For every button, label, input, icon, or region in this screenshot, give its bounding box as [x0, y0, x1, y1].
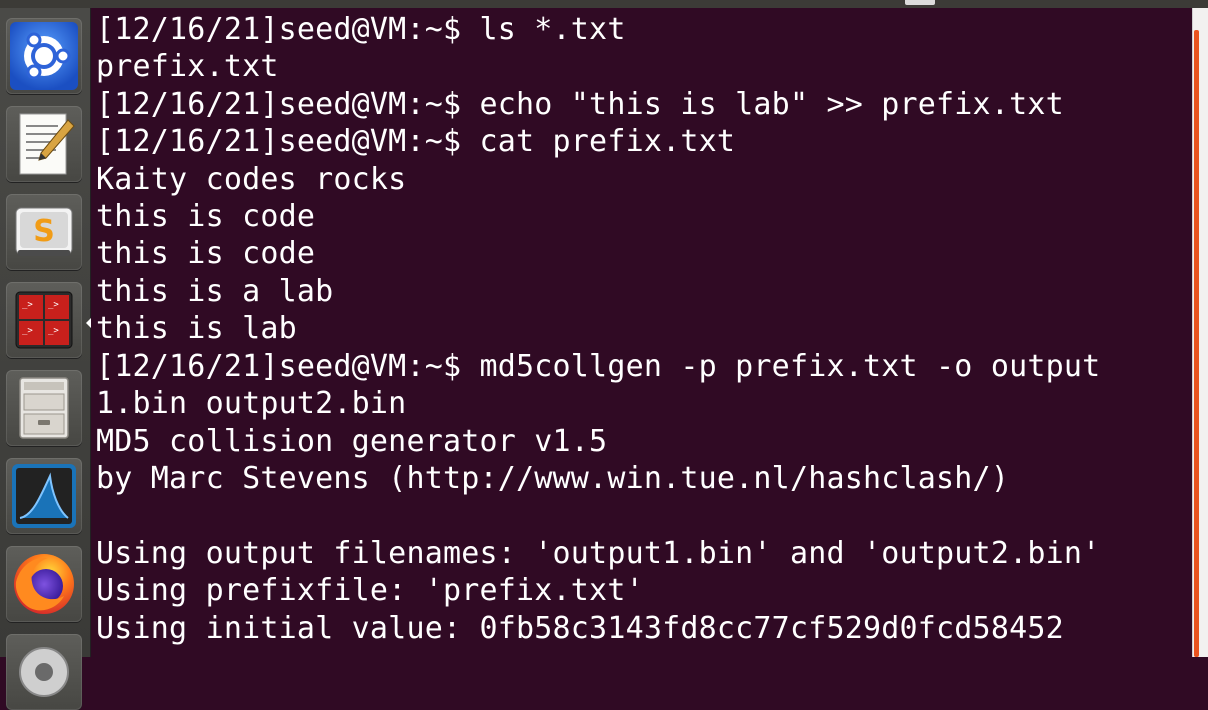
terminal-line: this is lab [96, 311, 297, 346]
ubuntu-logo-icon [10, 22, 78, 90]
top-panel [0, 0, 1208, 8]
firefox-icon [14, 554, 74, 614]
terminal-line: this is code [96, 236, 316, 271]
terminal-line: Using initial value: 0fb58c3143fd8cc77cf… [96, 611, 1064, 646]
file-cabinet-icon [19, 377, 69, 439]
launcher-system-settings[interactable] [6, 634, 82, 710]
svg-text:_>: _> [48, 300, 59, 310]
svg-text:_>: _> [22, 326, 33, 336]
sublime-glyph: S [33, 214, 55, 249]
terminal-scrollbar[interactable] [1192, 8, 1208, 657]
terminal-line: MD5 collision generator v1.5 [96, 424, 608, 459]
terminal-line: 1.bin output2.bin [96, 386, 407, 421]
terminal-line: [12/16/21]seed@VM:~$ echo "this is lab" … [96, 87, 1064, 122]
terminal-line: [12/16/21]seed@VM:~$ cat prefix.txt [96, 124, 736, 159]
launcher-ubuntu-dash[interactable] [6, 18, 82, 94]
launcher-terminator[interactable]: _> _> _> _> [6, 282, 82, 358]
terminal-line: [12/16/21]seed@VM:~$ md5collgen -p prefi… [96, 349, 1101, 384]
terminal-line: Using prefixfile: 'prefix.txt' [96, 573, 644, 608]
terminal-window[interactable]: [12/16/21]seed@VM:~$ ls *.txt prefix.txt… [91, 8, 1192, 657]
launcher: S _> _> _> _> [0, 8, 91, 710]
terminal-line: this is code [96, 199, 316, 234]
terminal-line: this is a lab [96, 274, 334, 309]
wireshark-fin-icon [12, 464, 76, 528]
gear-icon [19, 647, 69, 697]
scrollbar-thumb[interactable] [1194, 30, 1199, 657]
launcher-firefox[interactable] [6, 546, 82, 622]
tray-indicator[interactable] [905, 0, 935, 5]
terminal-line: Kaity codes rocks [96, 162, 407, 197]
launcher-file-manager[interactable] [6, 370, 82, 446]
svg-text:_>: _> [48, 326, 59, 336]
terminator-icon: _> _> _> _> [15, 291, 73, 349]
terminal-line: by Marc Stevens (http://www.win.tue.nl/h… [96, 461, 1010, 496]
launcher-sublime-text[interactable]: S [6, 194, 82, 270]
terminal-line: Using output filenames: 'output1.bin' an… [96, 536, 1101, 571]
svg-text:_>: _> [22, 300, 33, 310]
text-editor-icon [19, 113, 75, 175]
terminal-line: [12/16/21]seed@VM:~$ ls *.txt [96, 12, 626, 47]
launcher-text-editor[interactable] [6, 106, 82, 182]
launcher-wireshark[interactable] [6, 458, 82, 534]
terminal-line: prefix.txt [96, 49, 279, 84]
